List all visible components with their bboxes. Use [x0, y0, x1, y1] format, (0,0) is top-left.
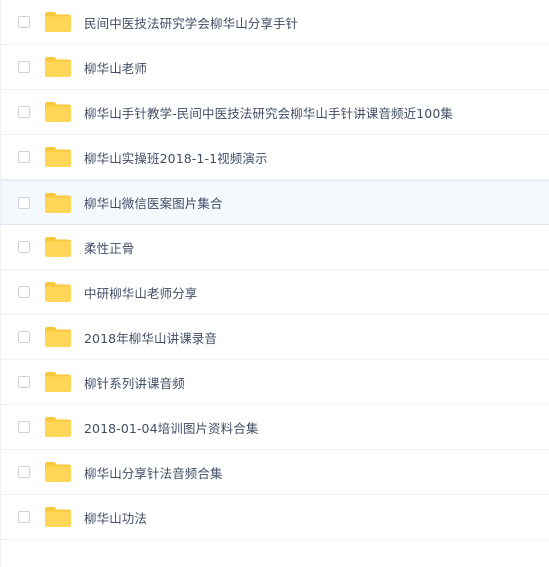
row-checkbox[interactable]	[18, 106, 30, 118]
folder-icon	[45, 147, 71, 167]
row-checkbox[interactable]	[18, 466, 30, 478]
row-checkbox[interactable]	[18, 376, 30, 388]
file-list-row[interactable]: 民间中医技法研究学会柳华山分享手针	[1, 0, 549, 45]
file-list-row[interactable]: 2018年柳华山讲课录音	[1, 315, 549, 360]
folder-name[interactable]: 2018年柳华山讲课录音	[84, 328, 217, 347]
folder-icon	[45, 237, 71, 257]
folder-icon	[45, 57, 71, 77]
folder-name[interactable]: 柔性正骨	[84, 238, 134, 257]
folder-name[interactable]: 柳针系列讲课音频	[84, 373, 185, 392]
folder-name[interactable]: 柳华山手针教学-民间中医技法研究会柳华山手针讲课音频近100集	[84, 103, 453, 122]
row-checkbox[interactable]	[18, 196, 30, 209]
folder-icon	[45, 327, 71, 347]
file-list-row[interactable]: 2018-01-04培训图片资料合集	[1, 405, 549, 450]
folder-icon	[45, 417, 71, 437]
folder-name[interactable]: 柳华山实操班2018-1-1视频演示	[84, 148, 268, 167]
row-checkbox[interactable]	[18, 16, 30, 28]
row-checkbox[interactable]	[18, 331, 30, 343]
folder-name[interactable]: 中研柳华山老师分享	[84, 283, 197, 302]
row-checkbox[interactable]	[18, 511, 30, 523]
row-checkbox[interactable]	[18, 241, 30, 253]
folder-icon	[45, 372, 71, 392]
row-checkbox[interactable]	[18, 286, 30, 298]
folder-icon	[45, 12, 71, 32]
folder-name[interactable]: 柳华山功法	[84, 508, 147, 527]
folder-name[interactable]: 民间中医技法研究学会柳华山分享手针	[84, 13, 298, 32]
file-list-row[interactable]: 柳华山实操班2018-1-1视频演示	[1, 135, 549, 180]
folder-icon	[45, 192, 71, 213]
folder-name[interactable]: 柳华山老师	[84, 58, 147, 77]
file-list-row[interactable]: 柳华山分享针法音频合集	[1, 450, 549, 495]
file-list-row[interactable]: 中研柳华山老师分享	[1, 270, 549, 315]
file-list-row[interactable]: 柳华山微信医案图片集合	[1, 180, 549, 225]
file-list-row[interactable]: 柳华山手针教学-民间中医技法研究会柳华山手针讲课音频近100集	[1, 90, 549, 135]
folder-name[interactable]: 柳华山微信医案图片集合	[84, 193, 223, 212]
folder-icon	[45, 102, 71, 122]
file-list: 民间中医技法研究学会柳华山分享手针 柳华山老师柳华山手针教学-民间中医技法研究会柳…	[0, 0, 549, 567]
row-checkbox[interactable]	[18, 421, 30, 433]
folder-icon	[45, 462, 71, 482]
folder-icon	[45, 282, 71, 302]
row-checkbox[interactable]	[18, 151, 30, 163]
folder-name[interactable]: 2018-01-04培训图片资料合集	[84, 418, 258, 437]
file-list-row[interactable]: 柔性正骨	[1, 225, 549, 270]
folder-name[interactable]: 柳华山分享针法音频合集	[84, 463, 223, 482]
file-list-row[interactable]: 柳华山老师	[1, 45, 549, 90]
file-list-row[interactable]: 柳针系列讲课音频	[1, 360, 549, 405]
row-checkbox[interactable]	[18, 61, 30, 73]
folder-icon	[45, 507, 71, 527]
file-list-row[interactable]: 柳华山功法	[1, 495, 549, 540]
